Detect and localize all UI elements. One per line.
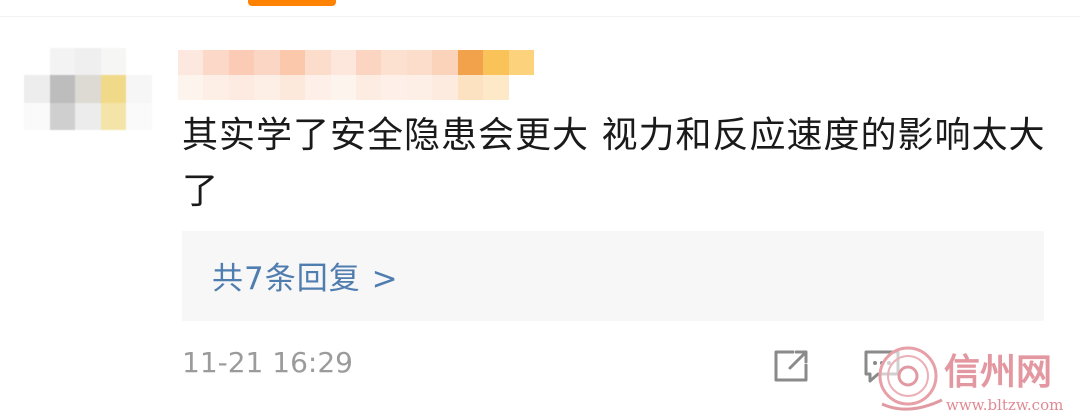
avatar[interactable]: [24, 48, 152, 130]
comment-timestamp: 11-21 16:29: [182, 346, 353, 379]
divider: [0, 16, 1080, 17]
username-redacted[interactable]: [178, 50, 534, 100]
watermark-url: www.bltzw.com: [946, 396, 1063, 414]
share-icon[interactable]: [772, 348, 812, 384]
watermark-logo: 信州网 www.bltzw.com: [878, 346, 1063, 414]
view-replies-link[interactable]: 共7条回复 >: [212, 253, 399, 298]
active-tab-indicator: [248, 0, 336, 6]
replies-box[interactable]: 共7条回复 >: [182, 231, 1044, 321]
watermark-brand: 信州网: [944, 351, 1052, 393]
comment-text: 其实学了安全隐患会更大 视力和反应速度的影响太大了: [182, 115, 1046, 212]
